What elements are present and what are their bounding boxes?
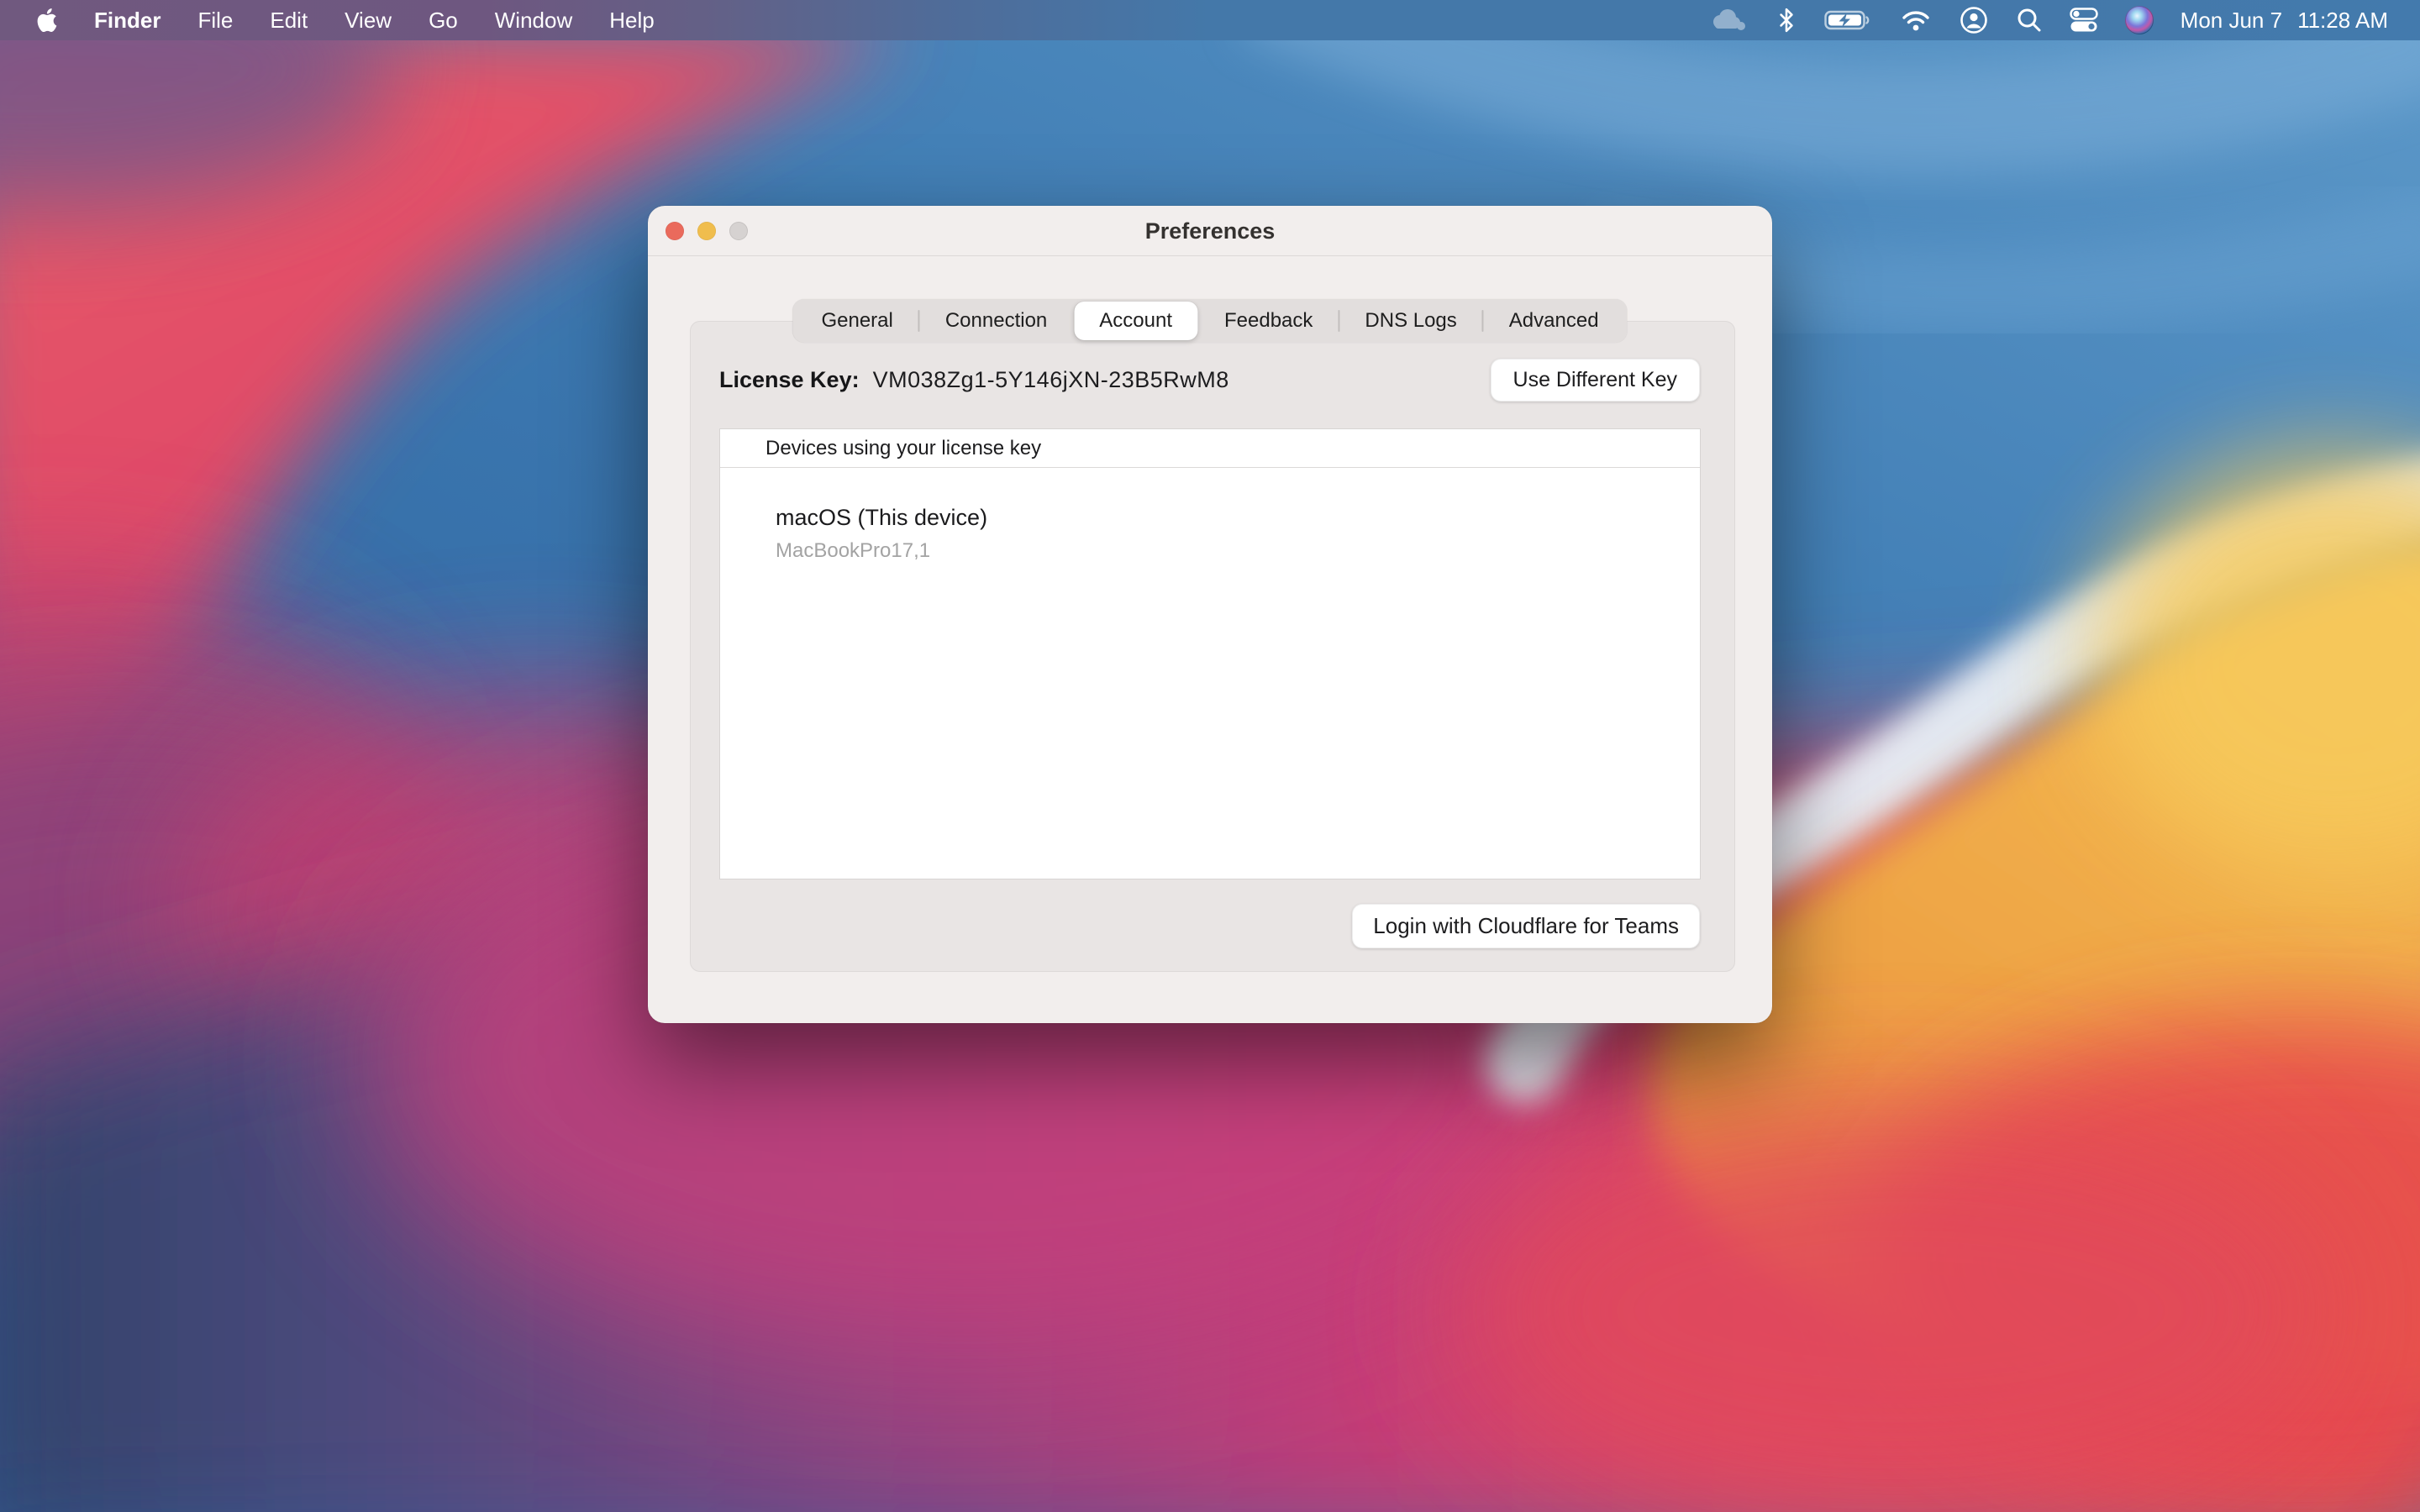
license-key-label: License Key: — [719, 367, 860, 393]
menu-item-file[interactable]: File — [197, 8, 233, 34]
device-row[interactable]: macOS (This device) MacBookPro17,1 — [720, 468, 1700, 563]
tab-general[interactable]: General — [796, 302, 918, 340]
bluetooth-icon[interactable] — [1776, 8, 1797, 33]
menu-item-finder[interactable]: Finder — [94, 8, 160, 34]
login-row: Login with Cloudflare for Teams — [1352, 904, 1700, 948]
control-center-icon[interactable] — [2070, 8, 2098, 33]
license-key-row: License Key: VM038Zg1-5Y146jXN-23B5RwM8 … — [719, 359, 1700, 401]
preferences-window: Preferences General Connection Account F… — [648, 206, 1772, 1023]
account-tab-panel: License Key: VM038Zg1-5Y146jXN-23B5RwM8 … — [690, 321, 1735, 972]
tab-feedback[interactable]: Feedback — [1199, 302, 1338, 340]
battery-charging-icon[interactable] — [1824, 8, 1873, 32]
window-titlebar[interactable]: Preferences — [648, 206, 1772, 256]
spotlight-search-icon[interactable] — [2016, 7, 2043, 34]
user-account-icon[interactable] — [1959, 5, 1989, 35]
menu-bar-left: Finder File Edit View Go Window Help — [0, 8, 655, 34]
menu-bar: Finder File Edit View Go Window Help — [0, 0, 2420, 40]
tab-connection[interactable]: Connection — [920, 302, 1072, 340]
window-title: Preferences — [648, 206, 1772, 256]
menu-item-go[interactable]: Go — [429, 8, 458, 34]
desktop: Finder File Edit View Go Window Help — [0, 0, 2420, 1512]
menu-time[interactable]: 11:28 AM — [2297, 8, 2388, 34]
tab-advanced[interactable]: Advanced — [1484, 302, 1624, 340]
tab-bar: General Connection Account Feedback DNS … — [792, 299, 1627, 343]
menu-item-window[interactable]: Window — [495, 8, 572, 34]
device-name: macOS (This device) — [776, 505, 1700, 531]
license-key-value: VM038Zg1-5Y146jXN-23B5RwM8 — [873, 367, 1229, 393]
use-different-key-button[interactable]: Use Different Key — [1491, 359, 1700, 402]
devices-list-box: Devices using your license key macOS (Th… — [719, 428, 1701, 879]
cloudflare-warp-icon[interactable] — [1708, 8, 1749, 33]
menu-bar-status: Mon Jun 7 11:28 AM — [1708, 5, 2420, 35]
menu-item-view[interactable]: View — [345, 8, 392, 34]
device-model: MacBookPro17,1 — [776, 539, 1700, 563]
apple-menu-icon[interactable] — [37, 8, 57, 32]
login-cloudflare-teams-button[interactable]: Login with Cloudflare for Teams — [1352, 904, 1700, 948]
menu-date[interactable]: Mon Jun 7 — [2181, 8, 2282, 34]
menu-item-edit[interactable]: Edit — [270, 8, 308, 34]
siri-icon[interactable] — [2125, 6, 2154, 34]
devices-list-header: Devices using your license key — [720, 429, 1700, 468]
wifi-icon[interactable] — [1900, 8, 1932, 32]
tab-dns-logs[interactable]: DNS Logs — [1339, 302, 1481, 340]
tab-account[interactable]: Account — [1074, 302, 1197, 340]
menu-item-help[interactable]: Help — [609, 8, 654, 34]
